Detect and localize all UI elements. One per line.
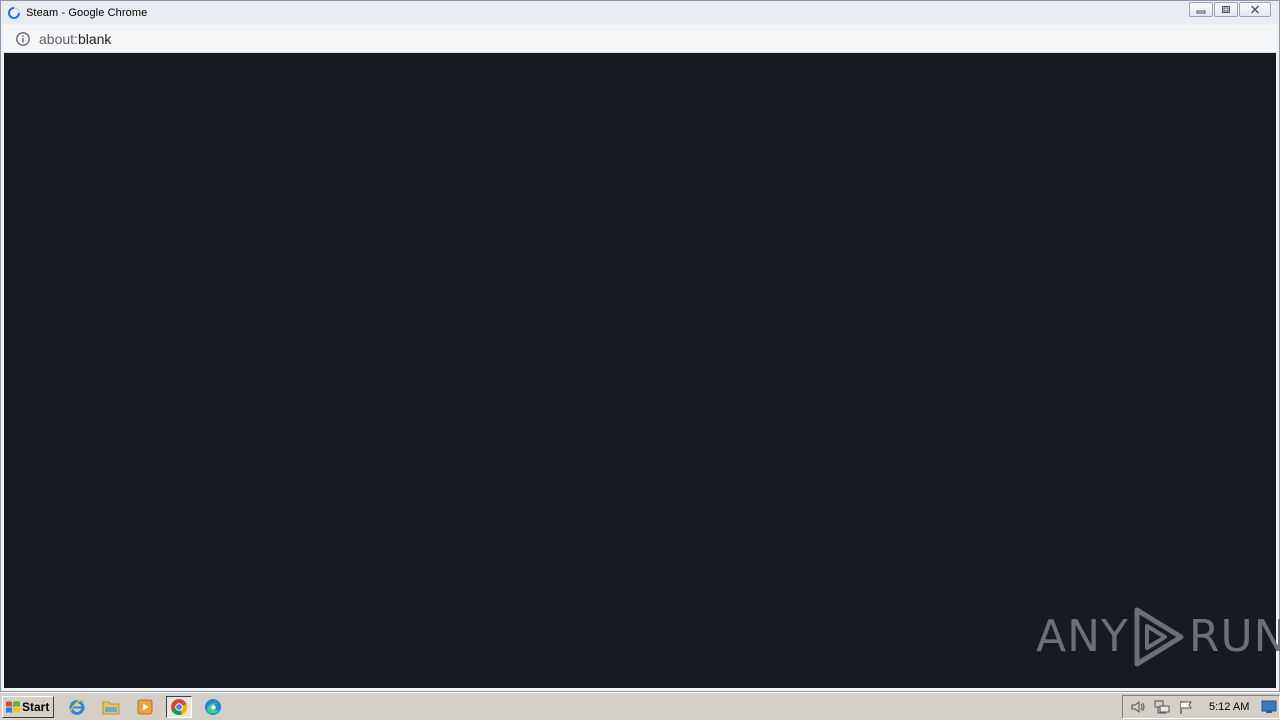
minimize-icon	[1196, 10, 1206, 13]
edge-button[interactable]	[200, 696, 226, 718]
media-player-button[interactable]	[132, 696, 158, 718]
explorer-button[interactable]	[98, 696, 124, 718]
edge-icon	[205, 699, 221, 715]
anyrun-watermark: ANY RUN	[1036, 606, 1280, 668]
network-button[interactable]	[1153, 699, 1171, 715]
system-tray: 5:12 AM	[1122, 695, 1280, 719]
close-icon	[1251, 5, 1259, 14]
volume-button[interactable]	[1129, 699, 1147, 715]
taskbar: Start 5:12 AM	[0, 692, 1280, 720]
show-desktop-button[interactable]	[1261, 700, 1277, 719]
close-button[interactable]	[1239, 2, 1271, 17]
window-controls	[1189, 2, 1271, 17]
loading-spinner-icon	[8, 6, 20, 19]
clock[interactable]: 5:12 AM	[1209, 701, 1249, 713]
url-host: blank	[77, 30, 112, 47]
title-bar[interactable]: Steam - Google Chrome	[1, 1, 1279, 24]
start-button[interactable]: Start	[2, 696, 54, 718]
url-scheme: about:	[39, 30, 78, 47]
explorer-folder-icon	[102, 701, 120, 715]
media-player-icon	[137, 699, 153, 715]
show-desktop-icon	[1261, 700, 1277, 713]
flag-icon	[1180, 700, 1192, 714]
windows-logo-icon	[6, 700, 20, 713]
chrome-icon	[171, 699, 188, 716]
ie-button[interactable]	[64, 696, 90, 718]
action-center-button[interactable]	[1177, 699, 1195, 715]
url-text[interactable]: about:blank	[39, 31, 111, 47]
watermark-left-text: ANY	[1036, 611, 1129, 662]
window-title: Steam - Google Chrome	[26, 6, 148, 19]
internet-explorer-icon	[69, 699, 85, 715]
play-logo-icon	[1134, 607, 1184, 667]
info-icon[interactable]	[15, 31, 31, 47]
restore-icon	[1222, 6, 1230, 13]
page-content[interactable]	[4, 53, 1276, 688]
chrome-window: Steam - Google Chrome about:blank	[0, 0, 1280, 692]
start-label: Start	[22, 700, 50, 714]
maximize-button[interactable]	[1214, 2, 1238, 17]
watermark-right-text: RUN	[1188, 611, 1280, 662]
network-icon	[1154, 700, 1170, 713]
quick-launch	[64, 696, 226, 718]
minimize-button[interactable]	[1189, 2, 1213, 17]
chrome-button[interactable]	[166, 696, 192, 718]
speaker-icon	[1131, 701, 1145, 713]
address-bar[interactable]: about:blank	[3, 25, 1277, 53]
